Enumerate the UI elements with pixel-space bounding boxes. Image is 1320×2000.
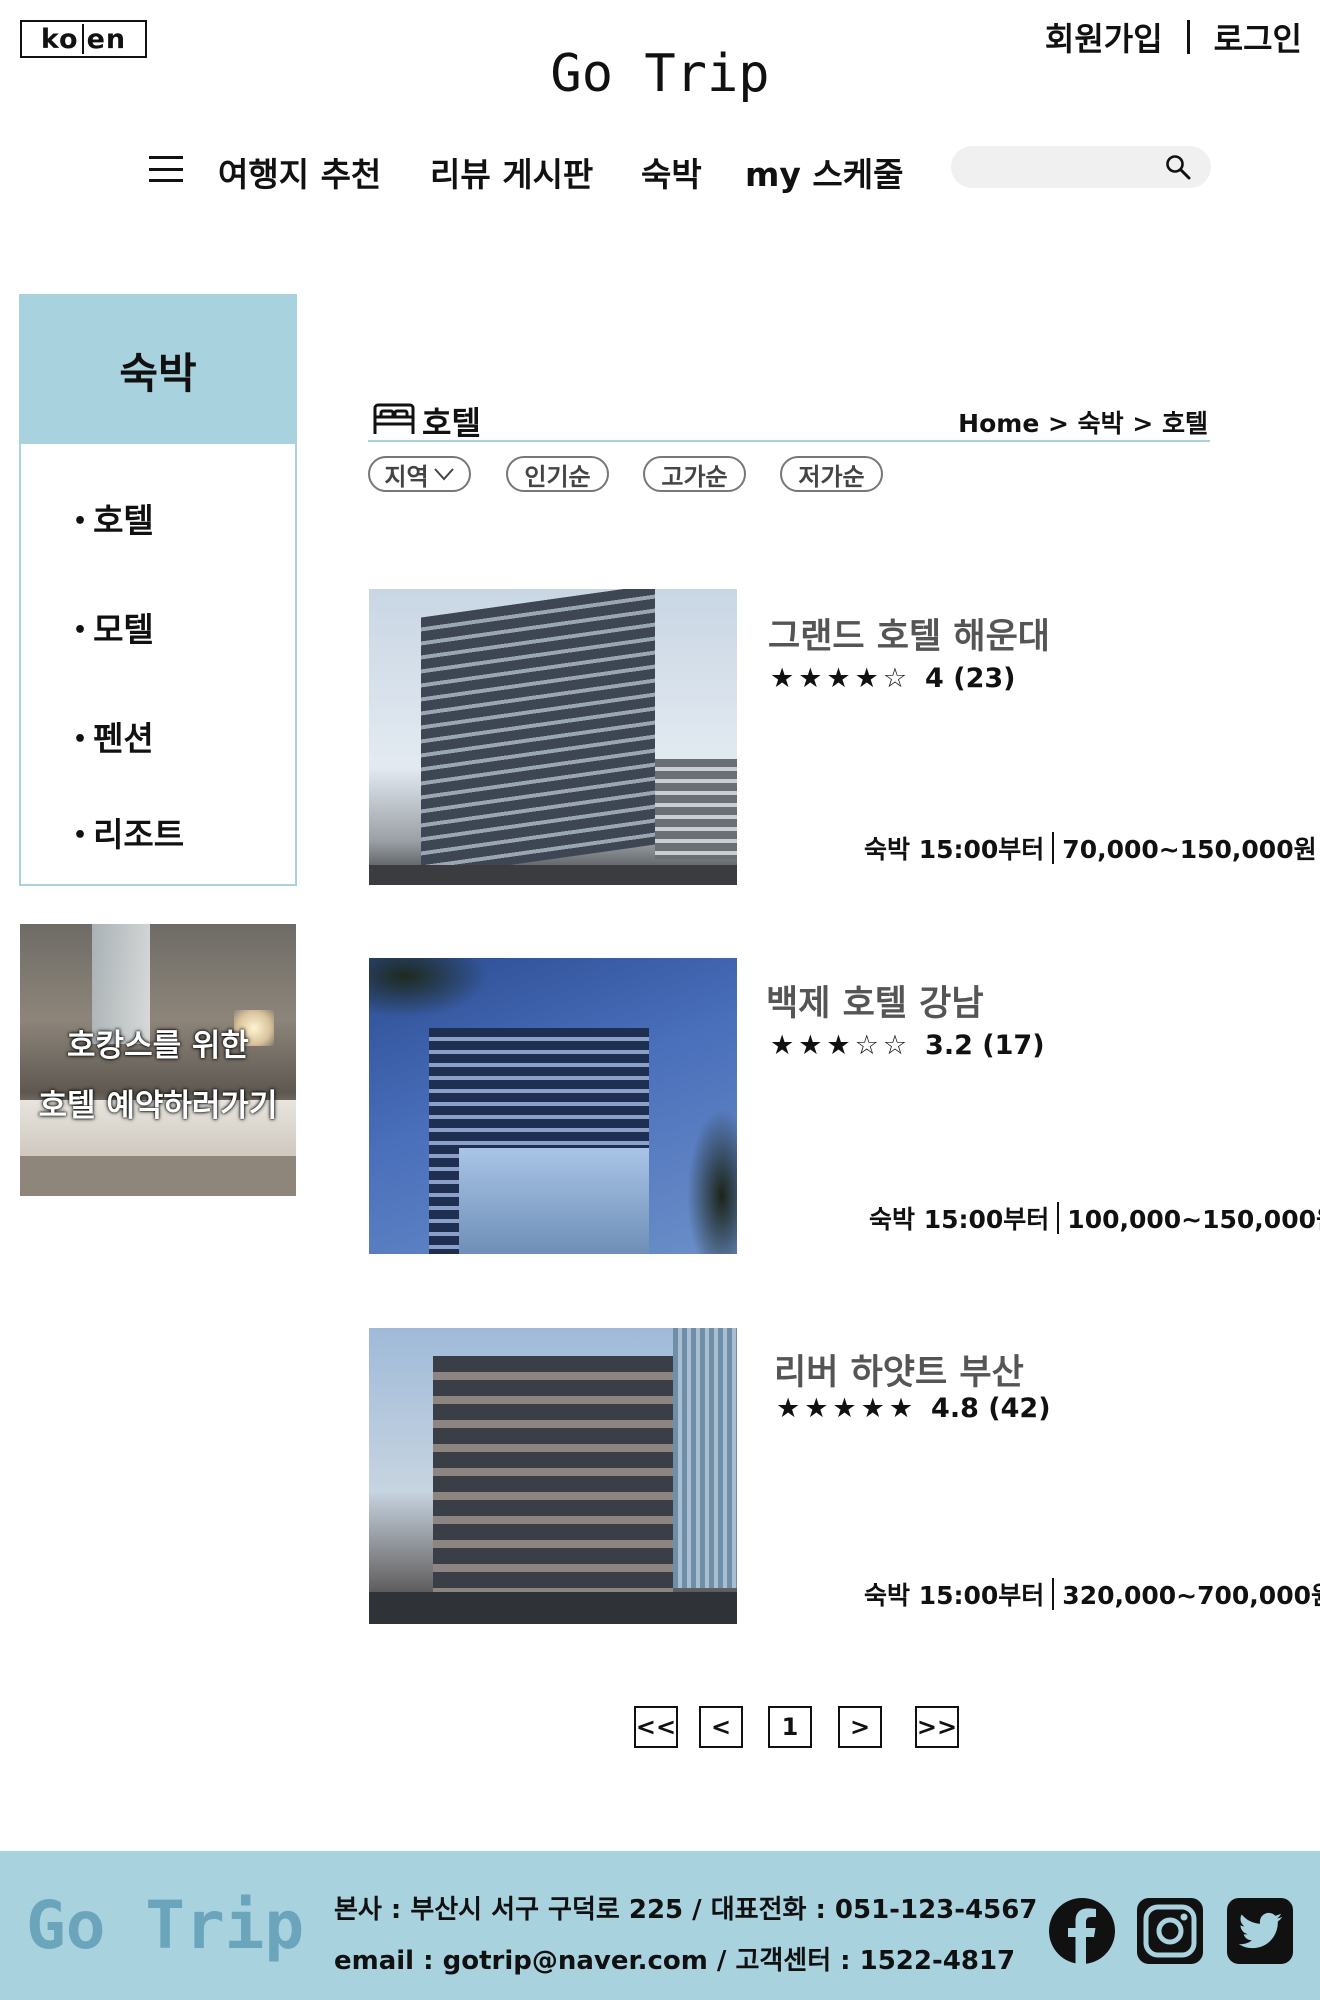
hamburger-menu-icon[interactable] [149, 156, 183, 182]
hotel-rating: ★★★★☆ 4 (23) [770, 663, 1016, 694]
nav-item-destinations[interactable]: 여행지 추천 [218, 148, 381, 196]
first-page-button[interactable]: << [634, 1706, 678, 1748]
checkin-time: 숙박 15:00부터 [864, 835, 1045, 864]
promo-line-1: 호캉스를 위한 [67, 1028, 249, 1064]
hotel-promo-banner[interactable]: 호캉스를 위한 호텔 예약하러가기 [20, 924, 296, 1196]
hotel-price-info: 숙박 15:00부터 100,000~150,000원 [869, 1200, 1320, 1236]
sidebar-title: 숙박 [21, 296, 295, 444]
last-page-button[interactable]: >> [915, 1706, 959, 1748]
hotel-price-info: 숙박 15:00부터 70,000~150,000원 [864, 830, 1317, 866]
hotel-price-info: 숙박 15:00부터 320,000~700,000원 [864, 1576, 1320, 1612]
nav-item-my-schedule[interactable]: my 스케줄 [745, 148, 903, 196]
prev-page-button[interactable]: < [699, 1706, 743, 1748]
instagram-icon[interactable] [1136, 1897, 1204, 1965]
section-header: 호텔 Home > 숙박 > 호텔 [368, 398, 1210, 442]
price-range: 320,000~700,000원 [1062, 1581, 1320, 1610]
star-rating-icon: ★★★☆☆ [770, 1030, 912, 1061]
street-shape [369, 865, 737, 885]
rating-score: 4 [925, 663, 944, 694]
search-icon[interactable] [1165, 154, 1191, 180]
review-count: (23) [953, 663, 1016, 694]
tree-shape [687, 1108, 737, 1254]
price-divider [1057, 1202, 1060, 1234]
building-shape [673, 1328, 737, 1588]
promo-image-floor [20, 1156, 296, 1196]
promo-text: 호캉스를 위한 호텔 예약하러가기 [20, 1016, 296, 1136]
hotel-image[interactable] [369, 589, 737, 885]
filter-region[interactable]: 지역 [368, 456, 471, 492]
sidebar-item-pension[interactable]: 펜션 [73, 712, 154, 760]
nav-item-reviews[interactable]: 리뷰 게시판 [430, 148, 593, 196]
page-1-button[interactable]: 1 [768, 1706, 812, 1748]
review-count: (17) [982, 1030, 1045, 1061]
review-count: (42) [988, 1393, 1051, 1424]
sidebar-menu: 숙박 호텔 모텔 펜션 리조트 [19, 294, 297, 886]
hotel-name[interactable]: 백제 호텔 강남 [766, 975, 984, 1026]
plaza-shape [369, 1592, 737, 1624]
footer-logo[interactable]: Go Trip [26, 1887, 304, 1964]
building-shape [655, 759, 737, 859]
main-nav: 여행지 추천 리뷰 게시판 숙박 my 스케줄 [0, 142, 1320, 198]
price-divider [1052, 832, 1055, 864]
auth-divider [1186, 20, 1190, 54]
signup-link[interactable]: 회원가입 [1045, 14, 1163, 60]
filter-low-price[interactable]: 저가순 [780, 456, 883, 492]
search-input[interactable] [951, 146, 1211, 188]
rating-score: 3.2 [925, 1030, 973, 1061]
nav-item-lodging[interactable]: 숙박 [641, 148, 702, 196]
price-range: 100,000~150,000원 [1067, 1205, 1320, 1234]
price-range: 70,000~150,000원 [1062, 835, 1317, 864]
checkin-time: 숙박 15:00부터 [869, 1205, 1050, 1234]
hotel-rating: ★★★☆☆ 3.2 (17) [770, 1030, 1045, 1061]
footer-address: 본사 : 부산시 서구 구덕로 225 / 대표전화 : 051-123-456… [334, 1895, 1038, 1925]
promo-line-2: 호텔 예약하러가기 [38, 1088, 278, 1124]
filter-high-price[interactable]: 고가순 [643, 456, 746, 492]
tree-shape [369, 958, 489, 1018]
login-link[interactable]: 로그인 [1214, 14, 1302, 60]
bed-icon [373, 403, 415, 434]
checkin-time: 숙박 15:00부터 [864, 1581, 1045, 1610]
star-rating-icon: ★★★★★ [776, 1393, 918, 1424]
hotel-name[interactable]: 그랜드 호텔 해운대 [768, 608, 1050, 659]
building-shape [433, 1356, 673, 1592]
twitter-icon[interactable] [1226, 1897, 1294, 1965]
hotel-rating: ★★★★★ 4.8 (42) [776, 1393, 1051, 1424]
hotel-name[interactable]: 리버 하얏트 부산 [774, 1344, 1024, 1395]
building-glass-shape [459, 1148, 649, 1254]
star-rating-icon: ★★★★☆ [770, 663, 912, 694]
rating-score: 4.8 [931, 1393, 979, 1424]
footer-info: 본사 : 부산시 서구 구덕로 225 / 대표전화 : 051-123-456… [334, 1885, 1037, 1987]
filter-region-label: 지역 [384, 462, 429, 491]
breadcrumb[interactable]: Home > 숙박 > 호텔 [958, 404, 1208, 440]
sidebar-item-motel[interactable]: 모텔 [73, 603, 154, 651]
footer: Go Trip 본사 : 부산시 서구 구덕로 225 / 대표전화 : 051… [0, 1851, 1320, 2000]
building-shape [421, 589, 655, 878]
next-page-button[interactable]: > [838, 1706, 882, 1748]
filter-popular[interactable]: 인기순 [506, 456, 609, 492]
hotel-image[interactable] [369, 958, 737, 1254]
footer-contact: email : gotrip@naver.com / 고객센터 : 1522-4… [334, 1946, 1016, 1976]
section-title: 호텔 [422, 404, 481, 442]
facebook-icon[interactable] [1048, 1897, 1116, 1965]
sidebar-item-resort[interactable]: 리조트 [73, 808, 184, 856]
auth-links: 회원가입 로그인 [1045, 14, 1302, 60]
price-divider [1052, 1578, 1055, 1610]
chevron-down-icon [433, 468, 454, 481]
sidebar-item-hotel[interactable]: 호텔 [73, 494, 154, 542]
hotel-image[interactable] [369, 1328, 737, 1624]
